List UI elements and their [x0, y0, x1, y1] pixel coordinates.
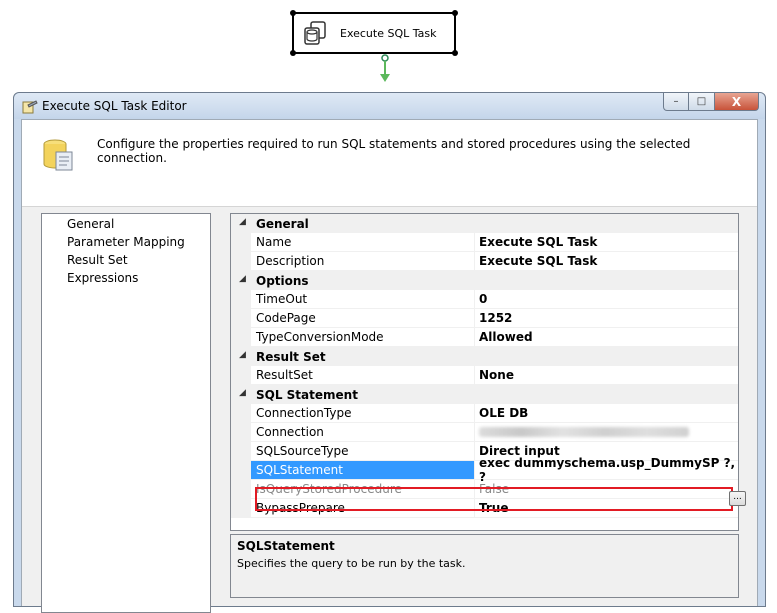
database-task-icon — [304, 21, 326, 45]
property-name: ConnectionType — [251, 404, 475, 423]
property-row-bypassprepare[interactable]: BypassPrepare True — [231, 499, 738, 518]
title-bar[interactable]: Execute SQL Task Editor – □ X — [14, 93, 765, 119]
property-row-timeout[interactable]: TimeOut 0 — [231, 290, 738, 309]
property-value[interactable]: Execute SQL Task — [475, 233, 738, 252]
property-row-name[interactable]: Name Execute SQL Task — [231, 233, 738, 252]
nav-item-result-set[interactable]: Result Set — [67, 253, 128, 267]
property-name: BypassPrepare — [251, 499, 475, 518]
property-row-connectiontype[interactable]: ConnectionType OLE DB — [231, 404, 738, 423]
collapse-triangle-icon[interactable]: ◢ — [239, 274, 246, 284]
dialog-body: Configure the properties required to run… — [21, 119, 758, 613]
category-label: SQL Statement — [256, 387, 358, 402]
property-value[interactable]: 1252 — [475, 309, 738, 328]
description-text: Specifies the query to be run by the tas… — [237, 557, 466, 570]
precedence-connector-icon[interactable] — [378, 54, 392, 84]
resize-handle-top-left[interactable] — [290, 10, 296, 16]
property-row-resultset[interactable]: ResultSet None — [231, 366, 738, 385]
collapse-triangle-icon[interactable]: ◢ — [239, 217, 246, 227]
category-label: Options — [256, 273, 309, 288]
property-grid: ◢ General Name Execute SQL Task Descript… — [230, 213, 739, 531]
nav-item-parameter-mapping[interactable]: Parameter Mapping — [67, 235, 185, 249]
property-name: CodePage — [251, 309, 475, 328]
property-value[interactable]: OLE DB — [475, 404, 738, 423]
resize-handle-top-right[interactable] — [452, 10, 458, 16]
task-node-label: Execute SQL Task — [340, 26, 437, 40]
property-name: Description — [251, 252, 475, 271]
blurred-redaction — [479, 427, 689, 437]
property-row-typeconversionmode[interactable]: TypeConversionMode Allowed — [231, 328, 738, 347]
nav-item-general[interactable]: General — [67, 217, 114, 231]
window-title: Execute SQL Task Editor — [42, 99, 187, 113]
maximize-button[interactable]: □ — [689, 93, 715, 111]
property-value[interactable]: True — [475, 499, 738, 518]
property-name: ResultSet — [251, 366, 475, 385]
property-name: Connection — [251, 423, 475, 442]
collapse-triangle-icon[interactable]: ◢ — [239, 388, 246, 398]
resize-handle-bottom-left[interactable] — [290, 50, 296, 56]
minimize-button[interactable]: – — [663, 93, 689, 111]
close-button[interactable]: X — [715, 93, 759, 111]
property-name: TimeOut — [251, 290, 475, 309]
category-label: General — [256, 216, 309, 231]
category-general[interactable]: ◢ General — [231, 214, 738, 233]
property-name: IsQueryStoredProcedure — [251, 480, 475, 499]
page-navigation-list: General Parameter Mapping Result Set Exp… — [41, 213, 211, 613]
property-row-description[interactable]: Description Execute SQL Task — [231, 252, 738, 271]
description-title: SQLStatement — [237, 539, 335, 553]
property-value[interactable]: None — [475, 366, 738, 385]
property-description-pane: SQLStatement Specifies the query to be r… — [230, 534, 739, 598]
property-value[interactable]: Execute SQL Task — [475, 252, 738, 271]
property-name: TypeConversionMode — [251, 328, 475, 347]
property-name: SQLSourceType — [251, 442, 475, 461]
category-options[interactable]: ◢ Options — [231, 271, 738, 290]
database-scroll-icon — [43, 139, 73, 171]
sqlstatement-ellipsis-button[interactable]: ... — [729, 491, 746, 506]
property-row-isquerystoredprocedure[interactable]: IsQueryStoredProcedure False — [231, 480, 738, 499]
property-name: Name — [251, 233, 475, 252]
property-row-codepage[interactable]: CodePage 1252 — [231, 309, 738, 328]
header-banner: Configure the properties required to run… — [22, 120, 757, 207]
category-label: Result Set — [256, 349, 326, 364]
property-row-connection[interactable]: Connection — [231, 423, 738, 442]
category-result-set[interactable]: ◢ Result Set — [231, 347, 738, 366]
execute-sql-task-editor-window: Execute SQL Task Editor – □ X Configure … — [13, 92, 766, 613]
execute-sql-task-node[interactable]: Execute SQL Task — [290, 10, 458, 56]
category-sql-statement[interactable]: ◢ SQL Statement — [231, 385, 738, 404]
connection-value-redacted[interactable] — [475, 423, 738, 442]
editor-window-icon — [22, 100, 38, 114]
property-name: SQLStatement — [251, 461, 475, 480]
property-value[interactable]: 0 — [475, 290, 738, 309]
nav-item-expressions[interactable]: Expressions — [67, 271, 138, 285]
collapse-triangle-icon[interactable]: ◢ — [239, 350, 246, 360]
sqlstatement-value[interactable]: exec dummyschema.usp_DummySP ?, ? — [475, 456, 738, 484]
property-row-sqlstatement[interactable]: SQLStatement exec dummyschema.usp_DummyS… — [231, 456, 738, 484]
banner-description: Configure the properties required to run… — [97, 137, 691, 165]
resize-handle-bottom-right[interactable] — [452, 50, 458, 56]
property-value[interactable]: Allowed — [475, 328, 738, 347]
property-value: False — [475, 480, 738, 499]
